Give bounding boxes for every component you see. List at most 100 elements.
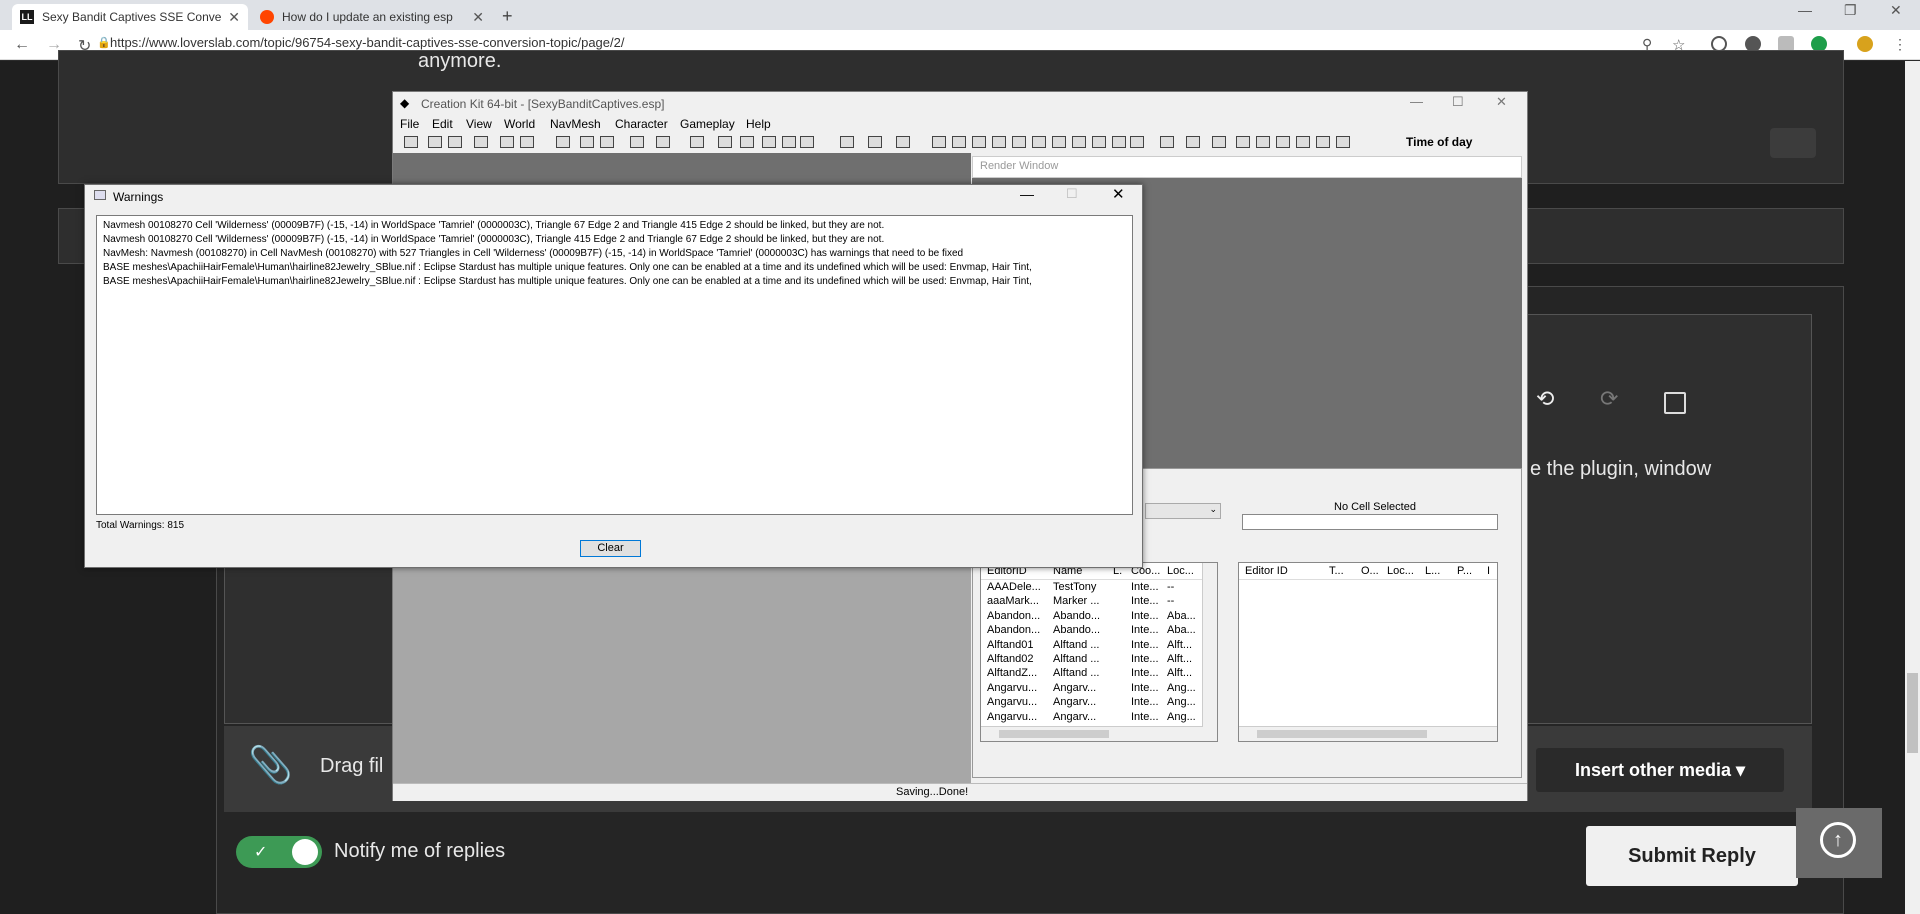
like-icon[interactable] (1770, 128, 1816, 158)
worldspace-dropdown[interactable]: ⌄ (1145, 503, 1221, 519)
page-scrollbar-thumb[interactable] (1907, 673, 1918, 753)
column-header[interactable]: O... (1361, 565, 1379, 577)
warnings-minimize-icon[interactable]: — (1020, 186, 1034, 202)
ck-toolbar-icon[interactable] (896, 136, 910, 148)
column-header[interactable]: P... (1457, 565, 1472, 577)
column-header[interactable]: Loc... (1387, 565, 1414, 577)
ck-toolbar-icon[interactable] (932, 136, 946, 148)
ck-toolbar-icon[interactable] (474, 136, 488, 148)
ck-toolbar-icon[interactable] (1236, 136, 1250, 148)
insert-media-button[interactable]: Insert other media ▾ (1536, 748, 1784, 792)
object-list-hscroll[interactable] (1239, 726, 1497, 741)
menu-world[interactable]: World (504, 117, 535, 131)
ck-toolbar-icon[interactable] (556, 136, 570, 148)
column-header[interactable]: Editor ID (1245, 565, 1288, 577)
menu-edit[interactable]: Edit (432, 117, 453, 131)
ck-toolbar-icon[interactable] (580, 136, 594, 148)
ck-toolbar-icon[interactable] (1130, 136, 1144, 148)
ck-toolbar-icon[interactable] (1256, 136, 1270, 148)
object-list[interactable]: Editor ID T... O... Loc... L... P... I (1238, 562, 1498, 742)
source-icon[interactable] (1664, 392, 1686, 414)
warnings-close-icon[interactable]: ✕ (1112, 185, 1125, 203)
column-header[interactable]: I (1487, 565, 1490, 577)
menu-view[interactable]: View (466, 117, 492, 131)
tab-active[interactable]: LL Sexy Bandit Captives SSE Conver ✕ (12, 4, 248, 30)
close-window-icon[interactable]: ✕ (1890, 2, 1902, 19)
cell-filter-input[interactable] (1242, 514, 1498, 530)
ck-toolbar-icon[interactable] (1160, 136, 1174, 148)
close-tab-icon[interactable]: ✕ (228, 9, 240, 26)
warnings-list[interactable]: Navmesh 00108270 Cell 'Wilderness' (0000… (96, 215, 1133, 515)
ck-toolbar-icon[interactable] (1276, 136, 1290, 148)
table-row[interactable]: Alftand02 Alftand ... Inte... Alft... (981, 653, 1201, 667)
minimize-icon[interactable]: — (1798, 2, 1812, 18)
ck-toolbar-icon[interactable] (1072, 136, 1086, 148)
restore-icon[interactable]: ❐ (1844, 2, 1857, 19)
ck-toolbar-icon[interactable] (630, 136, 644, 148)
ck-toolbar-icon[interactable] (762, 136, 776, 148)
warnings-maximize-icon[interactable]: ☐ (1066, 186, 1078, 202)
column-header[interactable]: Loc... (1167, 565, 1194, 577)
scroll-thumb[interactable] (999, 730, 1109, 738)
ck-toolbar-icon[interactable] (500, 136, 514, 148)
column-header[interactable]: L... (1425, 565, 1440, 577)
ck-toolbar-icon[interactable] (840, 136, 854, 148)
menu-gameplay[interactable]: Gameplay (680, 117, 735, 131)
new-tab-icon[interactable]: + (502, 6, 513, 27)
ck-toolbar-icon[interactable] (428, 136, 442, 148)
ck-toolbar-icon[interactable] (782, 136, 796, 148)
address-bar[interactable]: https://www.loverslab.com/topic/96754-se… (110, 35, 624, 50)
table-row[interactable]: aaaMark... Marker ... Inte... -- (981, 595, 1201, 609)
ck-toolbar-icon[interactable] (1112, 136, 1126, 148)
scroll-thumb[interactable] (1257, 730, 1427, 738)
ck-toolbar-icon[interactable] (1296, 136, 1310, 148)
page-scrollbar[interactable] (1905, 61, 1920, 914)
undo-icon[interactable]: ⟲ (1536, 386, 1554, 412)
cell-list-hscroll[interactable] (981, 726, 1217, 741)
ck-toolbar-icon[interactable] (972, 136, 986, 148)
ck-toolbar-icon[interactable] (718, 136, 732, 148)
ck-toolbar-icon[interactable] (800, 136, 814, 148)
ck-toolbar-icon[interactable] (1212, 136, 1226, 148)
table-row[interactable]: Abandon... Abando... Inte... Aba... (981, 610, 1201, 624)
ck-toolbar-icon[interactable] (656, 136, 670, 148)
ck-toolbar-icon[interactable] (520, 136, 534, 148)
ck-toolbar-icon[interactable] (1012, 136, 1026, 148)
ck-toolbar-icon[interactable] (868, 136, 882, 148)
notify-toggle[interactable]: ✓ (236, 836, 322, 868)
redo-icon[interactable]: ⟳ (1600, 386, 1618, 412)
ck-toolbar-icon[interactable] (740, 136, 754, 148)
back-icon[interactable]: ← (14, 36, 30, 54)
ck-toolbar-icon[interactable] (600, 136, 614, 148)
ck-toolbar-icon[interactable] (1186, 136, 1200, 148)
scroll-top-button[interactable]: ↑ (1796, 808, 1882, 878)
ck-toolbar-icon[interactable] (448, 136, 462, 148)
submit-reply-button[interactable]: Submit Reply (1586, 826, 1798, 886)
column-header[interactable]: T... (1329, 565, 1344, 577)
table-row[interactable]: AlftandZ... Alftand ... Inte... Alft... (981, 667, 1201, 681)
table-row[interactable]: AAADele... TestTony Inte... -- (981, 581, 1201, 595)
table-row[interactable]: Angarvu... Angarv... Inte... Ang... (981, 682, 1201, 696)
tab-inactive[interactable]: How do I update an existing esp ✕ (252, 4, 492, 30)
ck-toolbar-icon[interactable] (404, 136, 418, 148)
profile-avatar[interactable] (1857, 36, 1873, 52)
ck-toolbar-icon[interactable] (1032, 136, 1046, 148)
ck-maximize-icon[interactable]: ☐ (1452, 94, 1464, 110)
menu-character[interactable]: Character (615, 117, 668, 131)
ck-toolbar-icon[interactable] (1052, 136, 1066, 148)
ck-toolbar-icon[interactable] (690, 136, 704, 148)
table-row[interactable]: Abandon... Abando... Inte... Aba... (981, 624, 1201, 638)
ck-toolbar-icon[interactable] (1316, 136, 1330, 148)
table-row[interactable]: Alftand01 Alftand ... Inte... Alft... (981, 639, 1201, 653)
clear-button[interactable]: Clear (580, 540, 641, 557)
ck-close-icon[interactable]: ✕ (1496, 94, 1507, 110)
menu-help[interactable]: Help (746, 117, 771, 131)
menu-file[interactable]: File (400, 117, 419, 131)
menu-navmesh[interactable]: NavMesh (550, 117, 601, 131)
close-tab-icon[interactable]: ✕ (472, 9, 484, 26)
table-row[interactable]: Angarvu... Angarv... Inte... Ang... (981, 711, 1201, 725)
ck-toolbar-icon[interactable] (1336, 136, 1350, 148)
table-row[interactable]: Angarvu... Angarv... Inte... Ang... (981, 696, 1201, 710)
ck-minimize-icon[interactable]: — (1410, 94, 1423, 109)
ck-toolbar-icon[interactable] (1092, 136, 1106, 148)
